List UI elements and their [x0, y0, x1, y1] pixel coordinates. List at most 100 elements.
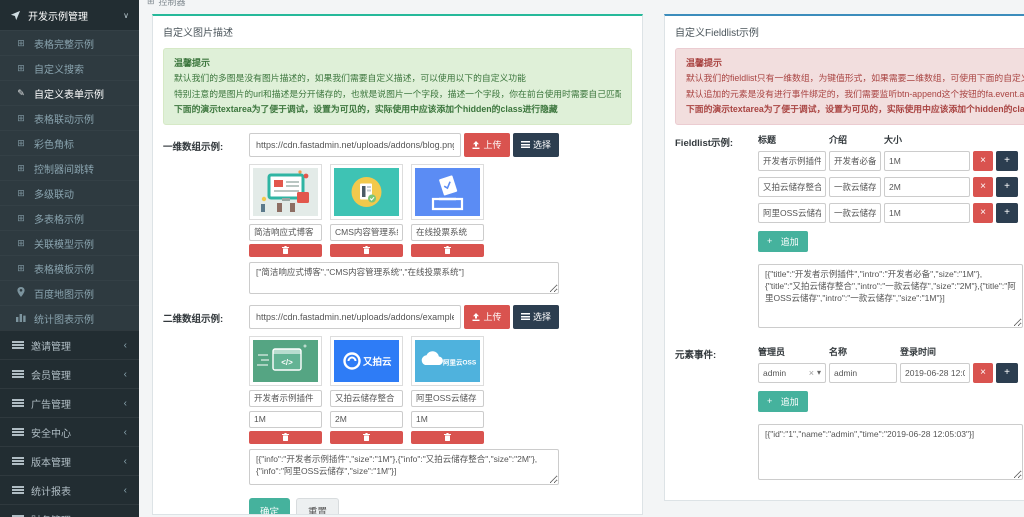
- images-url-input[interactable]: [249, 133, 461, 157]
- field-label: 二维数组示例:: [163, 305, 249, 490]
- sidebar-item-multi-level[interactable]: ⊞多级联动: [0, 180, 139, 205]
- sidebar-item-table-template[interactable]: ⊞表格模板示例: [0, 255, 139, 280]
- choose-button[interactable]: 选择: [513, 133, 559, 157]
- title-input[interactable]: [758, 177, 826, 197]
- remove-row-button[interactable]: ×: [973, 151, 993, 171]
- sidebar-item-version-mgmt[interactable]: 版本管理‹: [0, 446, 139, 475]
- delete-image-button[interactable]: [411, 431, 484, 444]
- delete-image-button[interactable]: [249, 431, 322, 444]
- thumbnail-example-plugin[interactable]: </>: [249, 336, 322, 386]
- delete-image-button[interactable]: [249, 244, 322, 257]
- app-window: 开发示例管理 ∨ ⊞表格完整示例 ⊞自定义搜索 ✎自定义表单示例 ⊞表格联动示例…: [0, 0, 1024, 517]
- events-row: admin × ▾ × +: [758, 363, 1024, 383]
- image-size-input[interactable]: [249, 411, 322, 428]
- table-icon: ⊞: [15, 188, 27, 199]
- tab-controller-label[interactable]: 控制器: [159, 0, 186, 8]
- sidebar-item-member-mgmt[interactable]: 会员管理‹: [0, 359, 139, 388]
- remove-row-button[interactable]: ×: [973, 363, 993, 383]
- intro-input[interactable]: [829, 151, 881, 171]
- thumbnail-upyun[interactable]: 又拍云: [330, 336, 403, 386]
- size-input[interactable]: [884, 177, 970, 197]
- sidebar-item-ad-mgmt[interactable]: 广告管理‹: [0, 388, 139, 417]
- image-info-input[interactable]: [249, 390, 322, 407]
- sidebar-item-stat-report[interactable]: 统计报表‹: [0, 475, 139, 504]
- add-row-button[interactable]: +: [996, 151, 1018, 171]
- sidebar-item-table-complete[interactable]: ⊞表格完整示例: [0, 30, 139, 55]
- table-icon: ⊞: [15, 138, 27, 149]
- sidebar-item-baidu-map[interactable]: 百度地图示例: [0, 280, 139, 305]
- chevron-left-icon: ‹: [124, 485, 127, 496]
- sidebar-section-dev-examples[interactable]: 开发示例管理 ∨: [0, 0, 139, 30]
- delete-image-button[interactable]: [330, 431, 403, 444]
- sidebar-item-table-link[interactable]: ⊞表格联动示例: [0, 105, 139, 130]
- add-row-button[interactable]: +: [996, 203, 1018, 223]
- column-header: 名称: [829, 345, 897, 358]
- append-button[interactable]: + 追加: [758, 391, 808, 412]
- delete-image-button[interactable]: [330, 244, 403, 257]
- sidebar-item-controller-jump[interactable]: ⊞控制器间跳转: [0, 155, 139, 180]
- column-header: 登录时间: [900, 345, 970, 358]
- sidebar-item-custom-form[interactable]: ✎自定义表单示例: [0, 80, 139, 105]
- size-input[interactable]: [884, 203, 970, 223]
- intro-input[interactable]: [829, 203, 881, 223]
- image-size-input[interactable]: [411, 411, 484, 428]
- panel-title: 自定义图片描述: [153, 16, 642, 45]
- image-desc-input[interactable]: [330, 224, 403, 241]
- field-label: 元素事件:: [675, 345, 758, 485]
- image-desc-input[interactable]: [249, 224, 322, 241]
- sidebar-item-relation-model[interactable]: ⊞关联模型示例: [0, 230, 139, 255]
- sidebar-item-multi-table[interactable]: ⊞多表格示例: [0, 205, 139, 230]
- delete-image-button[interactable]: [411, 244, 484, 257]
- image-desc-input[interactable]: [411, 224, 484, 241]
- title-input[interactable]: [758, 151, 826, 171]
- upload-button[interactable]: 上传: [464, 305, 510, 329]
- intro-input[interactable]: [829, 177, 881, 197]
- admin-select[interactable]: admin × ▾: [758, 363, 826, 383]
- sidebar-item-invite-mgmt[interactable]: 邀请管理‹: [0, 330, 139, 359]
- items-json-textarea[interactable]: [{"info":"开发者示例插件","size":"1M"},{"info":…: [249, 449, 559, 485]
- trash-icon: [282, 246, 289, 254]
- title-input[interactable]: [758, 203, 826, 223]
- descs-json-textarea[interactable]: ["简洁响应式博客","CMS内容管理系统","在线投票系统"]: [249, 262, 559, 294]
- sidebar-item-label: 统计图表示例: [34, 311, 94, 326]
- sidebar-item-finance-mgmt[interactable]: 财务管理‹: [0, 504, 139, 517]
- events-json-textarea[interactable]: [{"id":"1","name":"admin","time":"2019-0…: [758, 424, 1023, 480]
- table-icon: ⊞: [15, 63, 27, 74]
- login-time-input[interactable]: [900, 363, 970, 383]
- remove-row-button[interactable]: ×: [973, 203, 993, 223]
- sidebar-item-label: 邀请管理: [31, 338, 117, 353]
- size-input[interactable]: [884, 151, 970, 171]
- form-footer: 确定 重置: [665, 495, 1024, 502]
- name-input[interactable]: [829, 363, 897, 383]
- add-row-button[interactable]: +: [996, 177, 1018, 197]
- images-url-input[interactable]: [249, 305, 461, 329]
- chevron-left-icon: ‹: [124, 398, 127, 409]
- upload-button[interactable]: 上传: [464, 133, 510, 157]
- append-button[interactable]: + 追加: [758, 231, 808, 252]
- choose-button[interactable]: 选择: [513, 305, 559, 329]
- thumbnail-aliyun-oss[interactable]: 阿里云OSS: [411, 336, 484, 386]
- thumbnail-blog[interactable]: [249, 164, 322, 220]
- add-row-button[interactable]: +: [996, 363, 1018, 383]
- reset-button[interactable]: 重置: [296, 498, 339, 516]
- image-info-input[interactable]: [411, 390, 484, 407]
- chevron-down-icon: ∨: [123, 11, 129, 20]
- thumbnail-vote[interactable]: [411, 164, 484, 220]
- top-tab-strip: ⊞ 控制器: [139, 0, 1024, 13]
- clear-icon[interactable]: ×: [809, 368, 814, 378]
- sidebar-item-stat-chart[interactable]: 统计图表示例: [0, 305, 139, 330]
- alert-line: 默认我们的fieldlist只有一维数组，为键值形式，如果需要二维数组，可使用下…: [686, 71, 1024, 87]
- remove-row-button[interactable]: ×: [973, 177, 993, 197]
- sidebar-item-color-badge[interactable]: ⊞彩色角标: [0, 130, 139, 155]
- sidebar-item-security-center[interactable]: 安全中心‹: [0, 417, 139, 446]
- thumbnail-columns: </>: [249, 336, 559, 444]
- thumbnail-cms[interactable]: [330, 164, 403, 220]
- column-header: 标题: [758, 133, 826, 146]
- fieldlist-json-textarea[interactable]: [{"title":"开发者示例插件","intro":"开发者必备","siz…: [758, 264, 1023, 328]
- form-footer: 确定 重置: [153, 490, 642, 516]
- alert-title: 温馨提示: [174, 55, 621, 71]
- sidebar-item-custom-search[interactable]: ⊞自定义搜索: [0, 55, 139, 80]
- image-info-input[interactable]: [330, 390, 403, 407]
- image-size-input[interactable]: [330, 411, 403, 428]
- submit-button[interactable]: 确定: [249, 498, 290, 516]
